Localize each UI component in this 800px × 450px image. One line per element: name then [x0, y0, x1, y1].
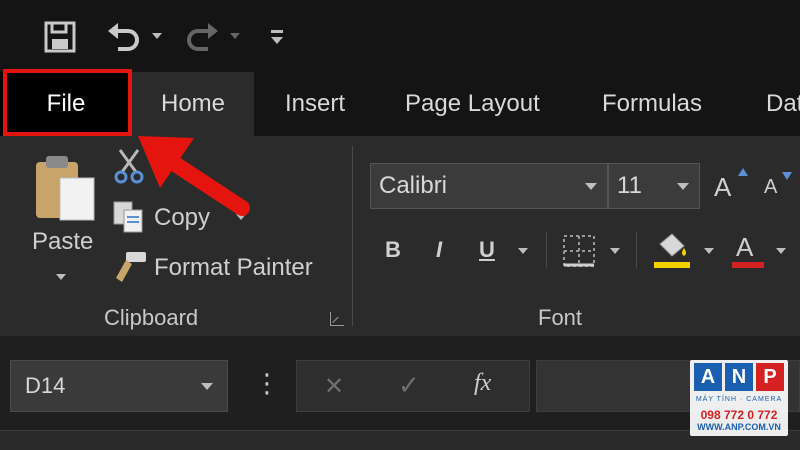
logo-tagline: MÁY TÍNH · CAMERA	[695, 396, 783, 403]
customize-qat-icon	[271, 30, 283, 44]
font-divider	[546, 232, 547, 268]
font-color-dropdown-icon[interactable]	[776, 248, 786, 254]
logo-url: WWW.ANP.COM.VN	[697, 422, 781, 432]
tab-formulas[interactable]: Formulas	[602, 72, 702, 136]
logo-letter: P	[756, 363, 784, 391]
name-box-value: D14	[25, 373, 66, 398]
paste-button[interactable]: Paste	[28, 150, 100, 290]
increase-font-size-button[interactable]: A	[712, 166, 752, 206]
undo-icon	[108, 23, 139, 51]
chevron-down-icon	[677, 183, 689, 190]
file-tab-highlight	[3, 69, 132, 136]
borders-icon[interactable]	[562, 234, 596, 268]
decrease-font-icon: A	[764, 176, 778, 198]
decrease-font-size-button[interactable]: A	[760, 170, 800, 206]
borders-dropdown-icon[interactable]	[610, 248, 620, 254]
italic-button[interactable]: I	[424, 234, 454, 266]
caret-up-icon	[738, 168, 748, 176]
font-family-value: Calibri	[379, 172, 448, 199]
tab-home[interactable]: Home	[132, 72, 254, 136]
tab-data[interactable]: Dat	[766, 72, 800, 136]
underline-dropdown-icon[interactable]	[518, 248, 528, 254]
insert-function-icon[interactable]: fx	[474, 370, 491, 397]
annotation-arrow-icon	[138, 136, 250, 216]
tab-insert[interactable]: Insert	[285, 72, 345, 136]
font-size-combobox[interactable]: 11	[608, 163, 700, 209]
format-painter-icon	[116, 252, 146, 282]
logo-letter: N	[725, 363, 753, 391]
save-icon	[44, 21, 76, 53]
redo-icon	[187, 23, 218, 51]
name-box[interactable]: D14	[10, 360, 228, 412]
redo-button[interactable]	[182, 18, 222, 56]
undo-dropdown-icon[interactable]	[152, 33, 162, 39]
font-color-swatch	[732, 262, 764, 268]
clipboard-paste-icon	[36, 156, 95, 221]
font-color-button[interactable]: A	[730, 230, 766, 272]
undo-button[interactable]	[104, 18, 144, 56]
increase-font-icon: A	[714, 172, 732, 202]
font-color-icon: A	[736, 232, 754, 262]
fill-bucket-icon	[659, 233, 686, 257]
chevron-down-icon	[585, 183, 597, 190]
tab-page-layout[interactable]: Page Layout	[405, 72, 540, 136]
column-headers	[0, 430, 800, 450]
format-painter-label: Format Painter	[154, 254, 313, 281]
group-divider	[352, 146, 353, 326]
chevron-down-icon	[201, 383, 213, 390]
more-options-icon[interactable]: ⋮	[254, 368, 280, 399]
caret-down-icon	[782, 172, 792, 180]
customize-qat-button[interactable]	[262, 20, 292, 54]
save-button[interactable]	[40, 18, 80, 56]
underline-button[interactable]: U	[472, 234, 502, 266]
font-family-combobox[interactable]: Calibri	[370, 163, 608, 209]
logo-letter: A	[694, 363, 722, 391]
format-painter-button[interactable]: Format Painter	[110, 248, 330, 288]
paste-dropdown-icon	[56, 274, 66, 280]
bold-button[interactable]: B	[378, 234, 408, 266]
font-divider	[636, 232, 637, 268]
redo-dropdown-icon[interactable]	[230, 33, 240, 39]
clipboard-dialog-launcher-icon[interactable]	[330, 312, 344, 326]
fill-color-button[interactable]	[652, 230, 696, 272]
quick-access-toolbar	[0, 0, 800, 72]
clipboard-group-label: Clipboard	[104, 305, 199, 330]
paste-label: Paste	[32, 228, 94, 255]
fill-color-swatch	[654, 262, 690, 268]
cancel-icon[interactable]: ✕	[324, 372, 344, 401]
watermark-logo: A N P MÁY TÍNH · CAMERA 098 772 0 772 WW…	[690, 360, 788, 436]
fill-color-dropdown-icon[interactable]	[704, 248, 714, 254]
logo-phone: 098 772 0 772	[700, 408, 778, 422]
enter-icon[interactable]: ✓	[398, 370, 420, 401]
font-size-value: 11	[617, 172, 642, 199]
font-group-label: Font	[538, 305, 583, 330]
